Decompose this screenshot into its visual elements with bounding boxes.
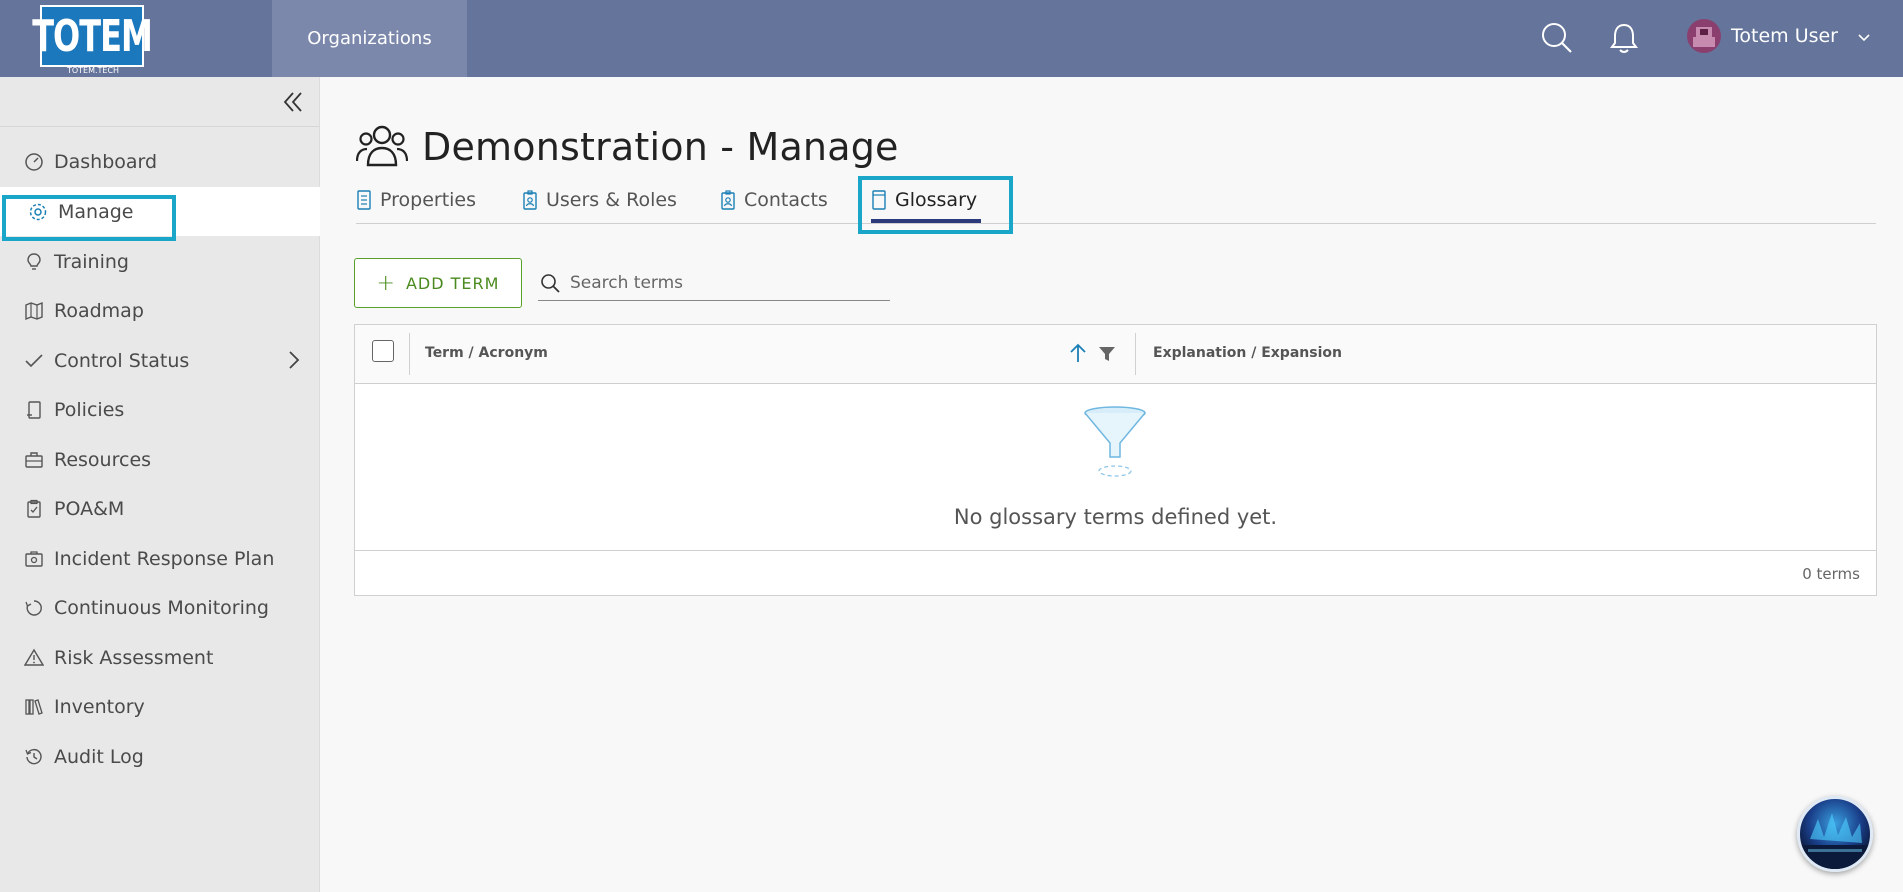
tab-label: Users & Roles <box>546 189 677 211</box>
user-name: Totem User <box>1731 25 1838 47</box>
sidebar-item-dashboard[interactable]: Dashboard <box>0 137 320 186</box>
totem-logo[interactable]: TOTEM TOTEM.TECH <box>32 5 153 76</box>
sidebar-item-label: Roadmap <box>54 299 144 322</box>
scroll-icon <box>24 400 44 420</box>
tab-label: Contacts <box>744 189 828 211</box>
filter-icon[interactable] <box>1098 345 1116 363</box>
search-icon <box>540 273 560 293</box>
sidebar-item-continuous-monitoring[interactable]: Continuous Monitoring <box>0 583 320 632</box>
sidebar-item-resources[interactable]: Resources <box>0 435 320 484</box>
plus-icon: + <box>376 270 396 296</box>
chevron-right-icon[interactable] <box>284 350 304 370</box>
sidebar-item-label: Incident Response Plan <box>54 547 275 570</box>
sidebar-item-label: Inventory <box>54 695 145 718</box>
sort-ascending-icon[interactable] <box>1067 341 1089 365</box>
bell-icon[interactable] <box>1606 20 1642 56</box>
check-icon <box>24 351 44 371</box>
column-separator <box>1135 333 1136 375</box>
sidebar-item-label: Control Status <box>54 349 190 372</box>
avatar <box>1687 19 1721 53</box>
logo-subtitle: TOTEM.TECH <box>66 66 120 75</box>
term-count: 0 terms <box>1802 565 1860 583</box>
glossary-table: Term / Acronym Explanation / Expansion N… <box>354 324 1877 596</box>
page-header: Demonstration - Manage <box>355 121 899 173</box>
tab-properties[interactable]: Properties <box>356 177 476 223</box>
tab-users-roles[interactable]: Users & Roles <box>522 177 677 223</box>
sidebar-item-label: Risk Assessment <box>54 646 214 669</box>
tab-label: Properties <box>380 189 477 211</box>
tab-bar: Properties Users & Roles Contacts Glossa… <box>356 177 1876 224</box>
map-icon <box>24 301 44 321</box>
table-footer: 0 terms <box>355 550 1876 595</box>
sidebar-item-incident-response-plan[interactable]: Incident Response Plan <box>0 534 320 583</box>
dashboard-icon <box>24 152 44 172</box>
clipboard-icon <box>24 499 44 519</box>
sidebar-item-label: Resources <box>54 448 152 471</box>
empty-funnel-icon <box>1082 405 1148 479</box>
sidebar-item-label: Dashboard <box>54 150 158 173</box>
sidebar-item-policies[interactable]: Policies <box>0 385 320 434</box>
sidebar-item-label: Audit Log <box>54 745 144 768</box>
double-chevron-left-icon[interactable] <box>280 89 306 115</box>
users-group-icon <box>355 121 409 173</box>
chevron-down-icon <box>1858 25 1870 47</box>
user-menu[interactable]: Totem User <box>1687 16 1870 56</box>
top-header: TOTEM TOTEM.TECH Organizations Totem Use… <box>0 0 1903 77</box>
page-title: Demonstration - Manage <box>422 125 899 169</box>
document-icon <box>356 190 372 210</box>
nav-organizations[interactable]: Organizations <box>272 0 467 77</box>
history-icon <box>24 747 44 767</box>
sidebar-item-label: Continuous Monitoring <box>54 596 269 619</box>
books-icon <box>24 697 44 717</box>
search-icon[interactable] <box>1539 20 1575 56</box>
glossary-highlight-box <box>858 176 1013 234</box>
add-term-button[interactable]: + ADD TERM <box>354 258 522 308</box>
sidebar-collapse-row <box>0 77 319 127</box>
empty-state: No glossary terms defined yet. <box>355 385 1876 550</box>
tab-contacts[interactable]: Contacts <box>720 177 828 223</box>
select-all-checkbox[interactable] <box>372 340 394 362</box>
column-separator <box>409 333 410 375</box>
logo-mark: TOTEM <box>32 5 153 67</box>
sidebar-item-roadmap[interactable]: Roadmap <box>0 286 320 335</box>
cycle-icon <box>24 598 44 618</box>
briefcase-icon <box>24 450 44 470</box>
add-term-label: ADD TERM <box>405 273 500 293</box>
logo-text: TOTEM <box>32 10 153 62</box>
sidebar-item-poam[interactable]: POA&M <box>0 484 320 533</box>
sidebar-item-inventory[interactable]: Inventory <box>0 682 320 731</box>
table-header: Term / Acronym Explanation / Expansion <box>355 325 1876 384</box>
aurora-icon <box>1800 813 1870 869</box>
sidebar-item-risk-assessment[interactable]: Risk Assessment <box>0 633 320 682</box>
sidebar-item-label: POA&M <box>54 497 125 520</box>
search-box <box>538 265 890 301</box>
contact-badge-icon <box>720 190 736 210</box>
search-input[interactable] <box>570 272 870 293</box>
sidebar-item-training[interactable]: Training <box>0 237 320 286</box>
column-header-explanation[interactable]: Explanation / Expansion <box>1153 345 1342 361</box>
sidebar-item-control-status[interactable]: Control Status <box>0 336 320 385</box>
main-content: Demonstration - Manage Properties Users … <box>320 77 1903 892</box>
first-aid-icon <box>24 549 44 569</box>
id-badge-icon <box>522 190 538 210</box>
sidebar-item-label: Policies <box>54 398 125 421</box>
assistant-button[interactable] <box>1797 796 1873 872</box>
empty-message: No glossary terms defined yet. <box>953 505 1278 529</box>
column-header-term[interactable]: Term / Acronym <box>425 345 548 361</box>
manage-highlight-box <box>2 195 176 241</box>
sidebar-item-label: Training <box>54 250 129 273</box>
warning-icon <box>24 648 44 668</box>
lightbulb-icon <box>24 252 44 272</box>
sidebar-item-audit-log[interactable]: Audit Log <box>0 732 320 781</box>
